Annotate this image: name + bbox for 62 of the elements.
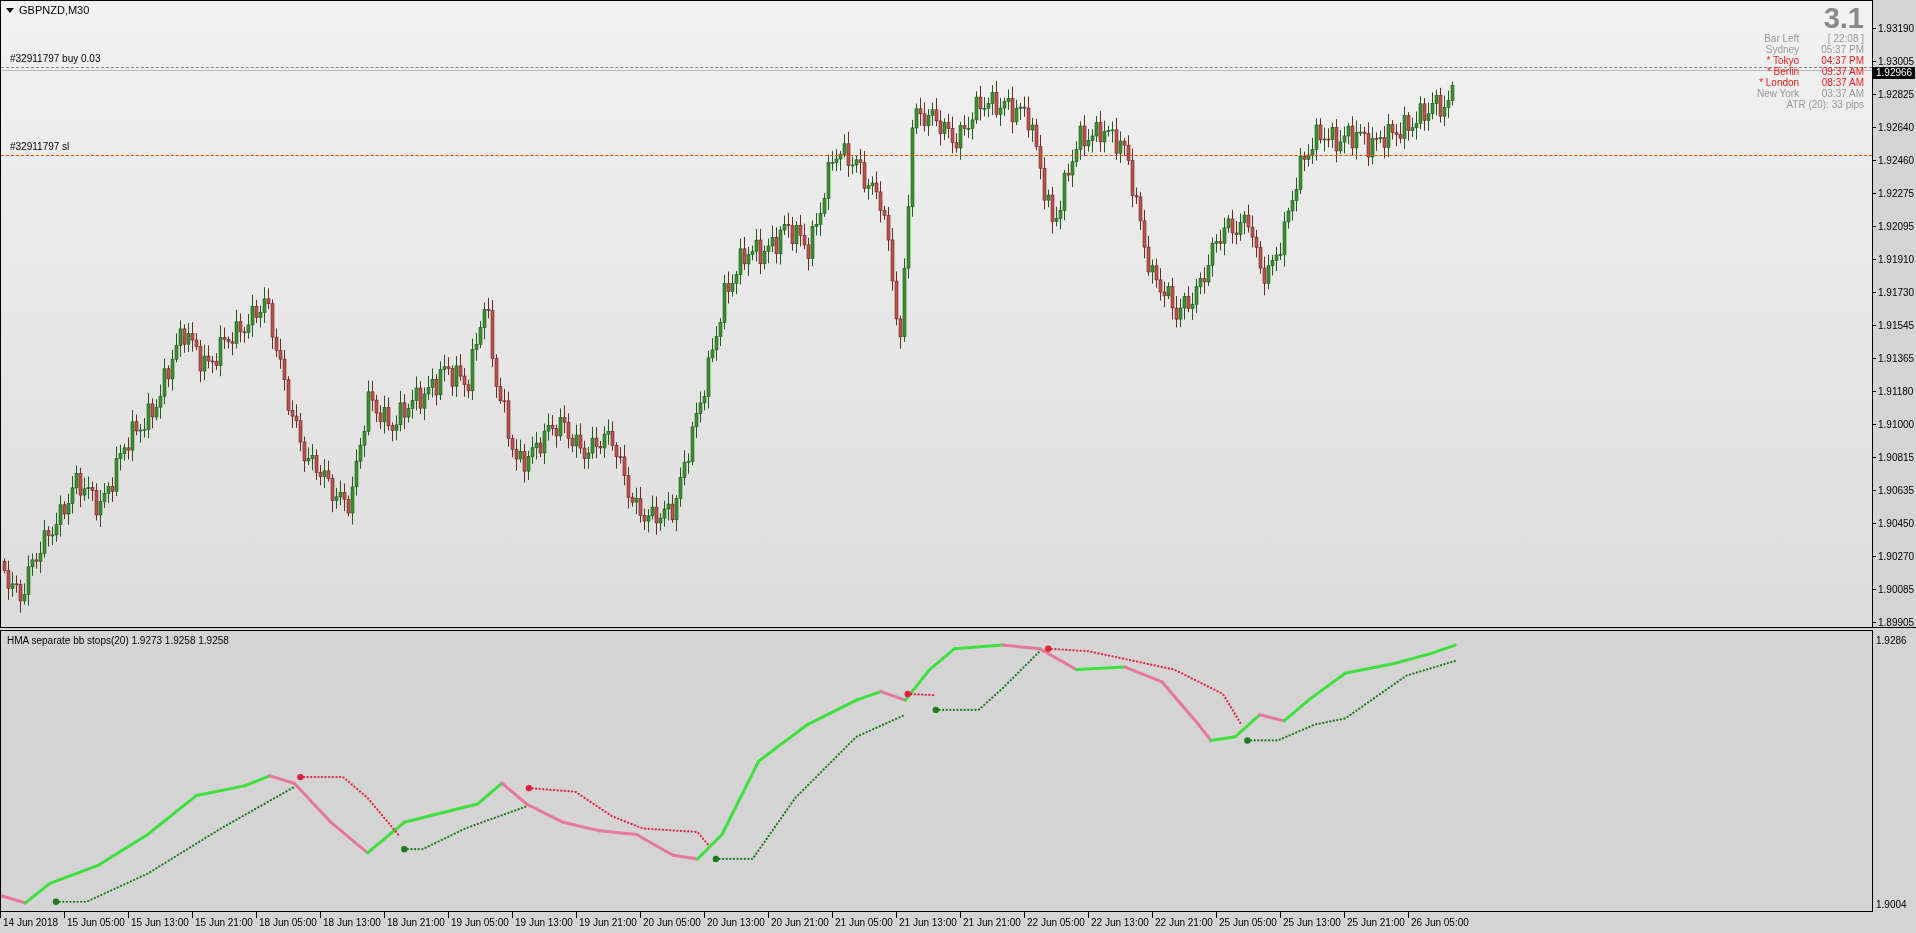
price-label: 1.90635 [1873, 474, 1916, 507]
time-label: 21 Jun 05:00 [832, 912, 896, 933]
time-label: 15 Jun 21:00 [192, 912, 256, 933]
price-label: 1.92095 [1873, 210, 1916, 243]
time-label: 26 Jun 05:00 [1408, 912, 1472, 933]
time-label: 19 Jun 21:00 [576, 912, 640, 933]
time-label: 14 Jun 2018 [0, 912, 64, 933]
time-label: 15 Jun 13:00 [128, 912, 192, 933]
time-label: 15 Jun 05:00 [64, 912, 128, 933]
spread-value: 3.1 [1823, 3, 1864, 33]
time-label: 25 Jun 21:00 [1344, 912, 1408, 933]
session-label: Sydney [1764, 44, 1800, 55]
price-label: 1.92460 [1873, 144, 1916, 177]
time-label: 21 Jun 13:00 [896, 912, 960, 933]
price-label: 1.90270 [1873, 540, 1916, 573]
time-label: 22 Jun 13:00 [1088, 912, 1152, 933]
price-label: 1.91180 [1873, 375, 1916, 408]
price-label: 1.91000 [1873, 408, 1916, 441]
atr-text: ATR (20): 33 pips [1786, 99, 1864, 110]
time-label: 20 Jun 05:00 [640, 912, 704, 933]
session-time: 09:37 AM [1821, 66, 1864, 77]
time-label: 22 Jun 05:00 [1024, 912, 1088, 933]
price-label: 1.90085 [1873, 573, 1916, 606]
time-label: 20 Jun 21:00 [768, 912, 832, 933]
price-label: 1.90450 [1873, 507, 1916, 540]
session-time: 04:37 PM [1821, 55, 1864, 66]
dropdown-icon[interactable] [6, 7, 14, 13]
time-label: 21 Jun 21:00 [960, 912, 1024, 933]
time-label: 25 Jun 13:00 [1280, 912, 1344, 933]
time-label: 20 Jun 13:00 [704, 912, 768, 933]
price-label: 1.92275 [1873, 177, 1916, 210]
time-label: 18 Jun 21:00 [384, 912, 448, 933]
time-label: 25 Jun 05:00 [1216, 912, 1280, 933]
price-label: 1.91730 [1873, 276, 1916, 309]
symbol-menu[interactable]: GBPNZD,M30 [6, 4, 90, 16]
session-label: * London [1758, 77, 1800, 88]
session-time: 03:37 AM [1821, 88, 1864, 99]
price-label: 1.91365 [1873, 342, 1916, 375]
time-label: 18 Jun 05:00 [256, 912, 320, 933]
session-label: Bar Left [1763, 33, 1800, 44]
price-label: 1.92825 [1873, 78, 1916, 111]
price-label: 1.91545 [1873, 309, 1916, 342]
symbol-label: GBPNZD,M30 [19, 4, 90, 16]
order-label: #32911797 buy 0.03 [10, 53, 101, 64]
session-time: [ 22:08 ] [1827, 33, 1864, 44]
time-label: 19 Jun 05:00 [448, 912, 512, 933]
scale-label: 1.9004 [1876, 899, 1908, 910]
session-label: * Berlin [1765, 66, 1800, 77]
indicator-label: HMA separate bb stops(20) 1.9273 1.9258 1.9258 [7, 635, 229, 646]
current-price-tag: 1.92966 [1873, 67, 1916, 79]
time-label: 22 Jun 21:00 [1152, 912, 1216, 933]
price-label: 1.91910 [1873, 243, 1916, 276]
price-label: 1.93190 [1873, 12, 1916, 45]
session-label: * Tokyo [1765, 55, 1800, 66]
time-label: 18 Jun 13:00 [320, 912, 384, 933]
price-label: 1.90815 [1873, 441, 1916, 474]
order-label: #32911797 sl [10, 141, 70, 152]
session-time: 08:37 AM [1821, 77, 1864, 88]
session-label: New York [1756, 88, 1800, 99]
session-time: 05:37 PM [1821, 44, 1864, 55]
time-label: 19 Jun 13:00 [512, 912, 576, 933]
price-label: 1.92640 [1873, 111, 1916, 144]
